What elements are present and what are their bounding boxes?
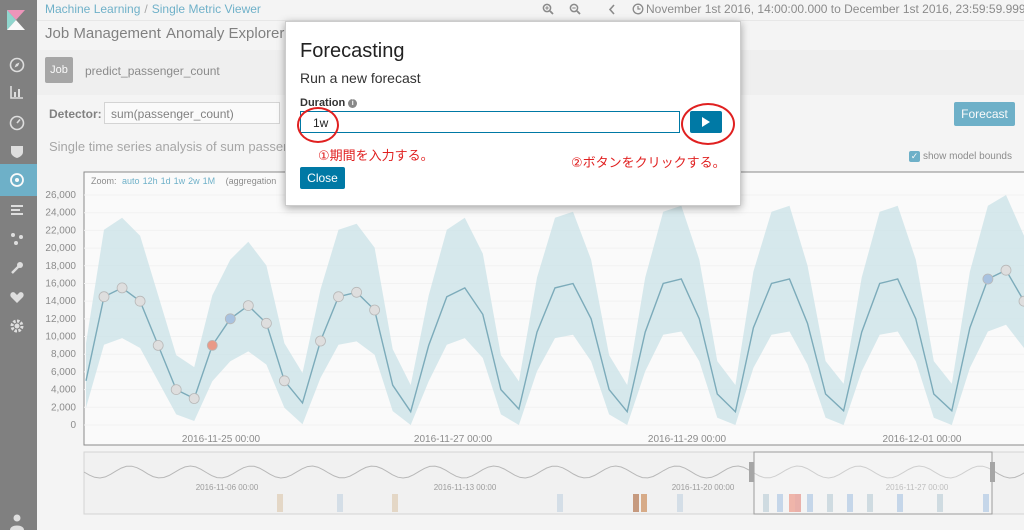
close-button[interactable]: Close [300, 167, 345, 189]
duration-label: Duration i [300, 97, 358, 109]
modal-title: Forecasting [300, 40, 405, 62]
info-icon[interactable]: i [348, 98, 358, 108]
forecasting-modal: Forecasting Run a new forecast Duration i… [285, 21, 741, 206]
annotation-step2: ②ボタンをクリックする。 [571, 156, 726, 171]
annotation-step1: ①期間を入力する。 [318, 149, 434, 164]
annotation-circle-duration [297, 107, 339, 143]
annotation-circle-run-button [681, 103, 735, 145]
modal-subtitle: Run a new forecast [300, 70, 421, 86]
duration-input[interactable]: 1w [300, 111, 680, 133]
